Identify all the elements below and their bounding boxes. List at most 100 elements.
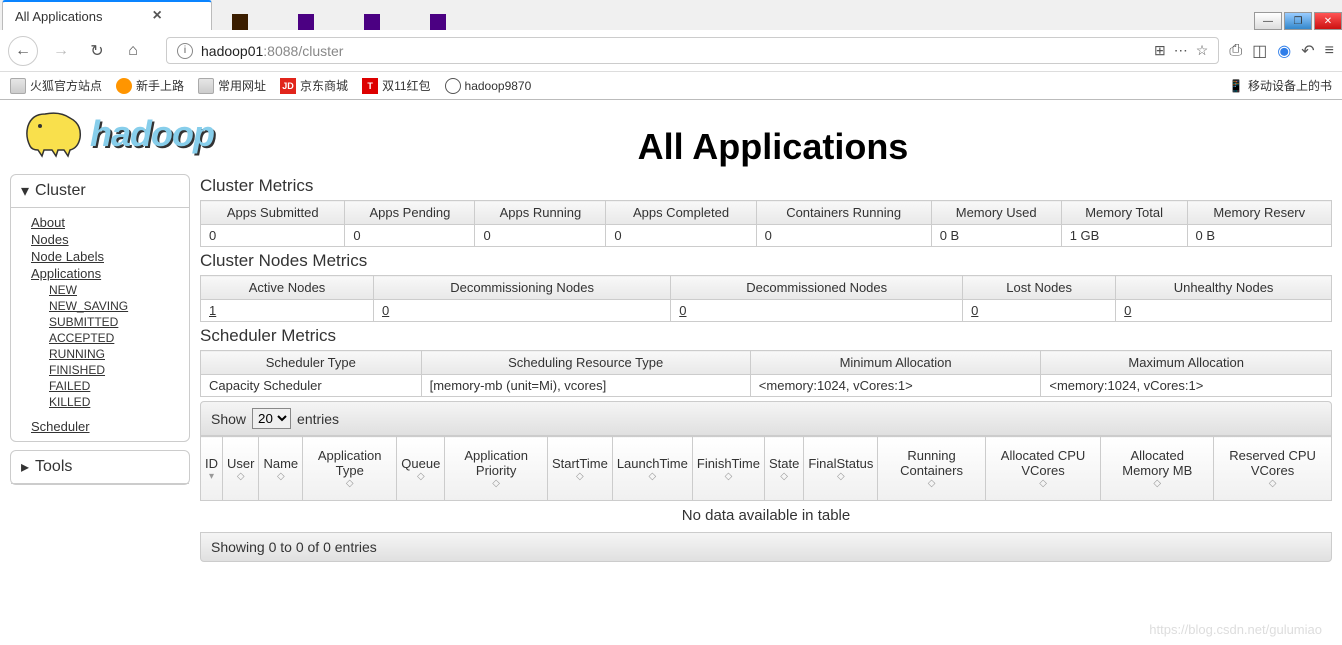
col-active-nodes[interactable]: Active Nodes	[201, 276, 374, 300]
tracking-icon[interactable]: ◉	[1277, 41, 1291, 61]
cluster-header[interactable]: ▾ Cluster	[11, 175, 189, 208]
col-name[interactable]: Name◇	[259, 437, 303, 501]
lost-nodes-link[interactable]: 0	[971, 303, 978, 318]
sidebar-link-submitted[interactable]: SUBMITTED	[49, 314, 169, 330]
bg-tab-icon[interactable]	[364, 14, 380, 30]
bookmark-item[interactable]: 常用网址	[198, 77, 266, 94]
cell: 0	[671, 300, 963, 322]
sidebar-link-scheduler[interactable]: Scheduler	[31, 418, 169, 435]
col-finalstatus[interactable]: FinalStatus◇	[804, 437, 878, 501]
unhealthy-link[interactable]: 0	[1124, 303, 1131, 318]
bookmark-item[interactable]: T双11红包	[362, 77, 430, 94]
col-lost-nodes[interactable]: Lost Nodes	[963, 276, 1116, 300]
col-memory-reserved[interactable]: Memory Reserv	[1187, 201, 1331, 225]
elephant-icon	[20, 106, 90, 161]
table-footer: Showing 0 to 0 of 0 entries	[200, 532, 1332, 562]
col-launchtime[interactable]: LaunchTime◇	[612, 437, 692, 501]
sidebar-link-finished[interactable]: FINISHED	[49, 362, 169, 378]
undo-icon[interactable]: ↶	[1301, 41, 1314, 61]
bookmark-item[interactable]: hadoop9870	[445, 78, 532, 94]
url-bar[interactable]: i hadoop01:8088/cluster ⊞ ⋯ ☆	[166, 37, 1219, 64]
close-tab-icon[interactable]: ×	[152, 7, 161, 25]
col-scheduler-type[interactable]: Scheduler Type	[201, 351, 422, 375]
sort-icon: ◇	[401, 471, 440, 482]
info-icon[interactable]: i	[177, 43, 193, 59]
col-memory-mb[interactable]: Allocated Memory MB◇	[1101, 437, 1214, 501]
decommissioned-link[interactable]: 0	[679, 303, 686, 318]
sort-icon: ◇	[1218, 478, 1327, 489]
col-reserved-cpu[interactable]: Reserved CPU VCores◇	[1214, 437, 1332, 501]
chevron-down-icon: ▾	[21, 181, 29, 201]
col-apps-submitted[interactable]: Apps Submitted	[201, 201, 345, 225]
sidebar-link-nodes[interactable]: Nodes	[31, 231, 169, 248]
menu-icon[interactable]: ≡	[1325, 42, 1334, 60]
bookmark-label: 京东商城	[300, 77, 348, 94]
decommissioning-link[interactable]: 0	[382, 303, 389, 318]
col-min-allocation[interactable]: Minimum Allocation	[750, 351, 1041, 375]
col-apps-completed[interactable]: Apps Completed	[606, 201, 756, 225]
col-memory-total[interactable]: Memory Total	[1061, 201, 1187, 225]
sidebar-link-about[interactable]: About	[31, 214, 169, 231]
col-unhealthy-nodes[interactable]: Unhealthy Nodes	[1116, 276, 1332, 300]
col-memory-used[interactable]: Memory Used	[931, 201, 1061, 225]
tools-menu: ▸Tools	[10, 450, 190, 485]
sidebar-link-applications[interactable]: Applications	[31, 265, 169, 282]
bookmark-item[interactable]: 新手上路	[116, 77, 184, 94]
maximize-button[interactable]: ❐	[1284, 12, 1312, 30]
navigation-bar: ← → ↻ ⌂ i hadoop01:8088/cluster ⊞ ⋯ ☆ ⎙ …	[0, 30, 1342, 72]
entries-select[interactable]: 20	[252, 408, 291, 429]
sidebar-link-new-saving[interactable]: NEW_SAVING	[49, 298, 169, 314]
col-containers-running[interactable]: Containers Running	[756, 201, 931, 225]
col-decommissioning-nodes[interactable]: Decommissioning Nodes	[374, 276, 671, 300]
cell: 0 B	[1187, 225, 1331, 247]
browser-tab-bar: All Applications × — ❐ ✕	[0, 0, 1342, 30]
col-state[interactable]: State◇	[764, 437, 803, 501]
table-row: Capacity Scheduler [memory-mb (unit=Mi),…	[201, 375, 1332, 397]
col-max-allocation[interactable]: Maximum Allocation	[1041, 351, 1332, 375]
more-icon[interactable]: ⋯	[1174, 42, 1188, 59]
col-cpu-vcores[interactable]: Allocated CPU VCores◇	[985, 437, 1101, 501]
col-resource-type[interactable]: Scheduling Resource Type	[421, 351, 750, 375]
bookmark-item[interactable]: 火狐官方站点	[10, 77, 102, 94]
col-queue[interactable]: Queue◇	[397, 437, 445, 501]
col-finishtime[interactable]: FinishTime◇	[692, 437, 764, 501]
qr-icon[interactable]: ⊞	[1154, 42, 1166, 59]
cell: [memory-mb (unit=Mi), vcores]	[421, 375, 750, 397]
bg-tab-icon[interactable]	[430, 14, 446, 30]
col-decommissioned-nodes[interactable]: Decommissioned Nodes	[671, 276, 963, 300]
sidebar-link-accepted[interactable]: ACCEPTED	[49, 330, 169, 346]
active-tab[interactable]: All Applications ×	[2, 0, 212, 30]
bg-tab-icon[interactable]	[232, 14, 248, 30]
home-button[interactable]: ⌂	[120, 38, 146, 64]
cluster-menu: ▾ Cluster About Nodes Node Labels Applica…	[10, 174, 190, 442]
col-id[interactable]: ID▾	[201, 437, 223, 501]
sidebar: ▾ Cluster About Nodes Node Labels Applica…	[10, 174, 190, 562]
sidebar-link-new[interactable]: NEW	[49, 282, 169, 298]
bg-tab-icon[interactable]	[298, 14, 314, 30]
bookmark-item[interactable]: JD京东商城	[280, 77, 348, 94]
sidebar-link-node-labels[interactable]: Node Labels	[31, 248, 169, 265]
library-icon[interactable]: ⎙	[1229, 42, 1242, 60]
col-running-containers[interactable]: Running Containers◇	[878, 437, 985, 501]
active-nodes-link[interactable]: 1	[209, 303, 216, 318]
bookmark-star-icon[interactable]: ☆	[1196, 42, 1209, 59]
col-apps-running[interactable]: Apps Running	[475, 201, 606, 225]
minimize-button[interactable]: —	[1254, 12, 1282, 30]
col-app-type[interactable]: Application Type◇	[303, 437, 397, 501]
bookmark-item[interactable]: 📱移动设备上的书	[1228, 77, 1332, 94]
col-priority[interactable]: Application Priority◇	[445, 437, 548, 501]
reload-button[interactable]: ↻	[84, 38, 110, 64]
sort-icon: ◇	[697, 471, 760, 482]
sidebar-link-failed[interactable]: FAILED	[49, 378, 169, 394]
col-user[interactable]: User◇	[223, 437, 259, 501]
sidebar-link-running[interactable]: RUNNING	[49, 346, 169, 362]
sidebar-icon[interactable]: ◫	[1252, 41, 1267, 61]
tools-header[interactable]: ▸Tools	[11, 451, 189, 484]
back-button[interactable]: ←	[8, 36, 38, 66]
close-window-button[interactable]: ✕	[1314, 12, 1342, 30]
forward-button[interactable]: →	[48, 38, 74, 64]
col-apps-pending[interactable]: Apps Pending	[345, 201, 475, 225]
sidebar-link-killed[interactable]: KILLED	[49, 394, 169, 410]
col-starttime[interactable]: StartTime◇	[547, 437, 612, 501]
section-label: Cluster	[35, 182, 86, 200]
